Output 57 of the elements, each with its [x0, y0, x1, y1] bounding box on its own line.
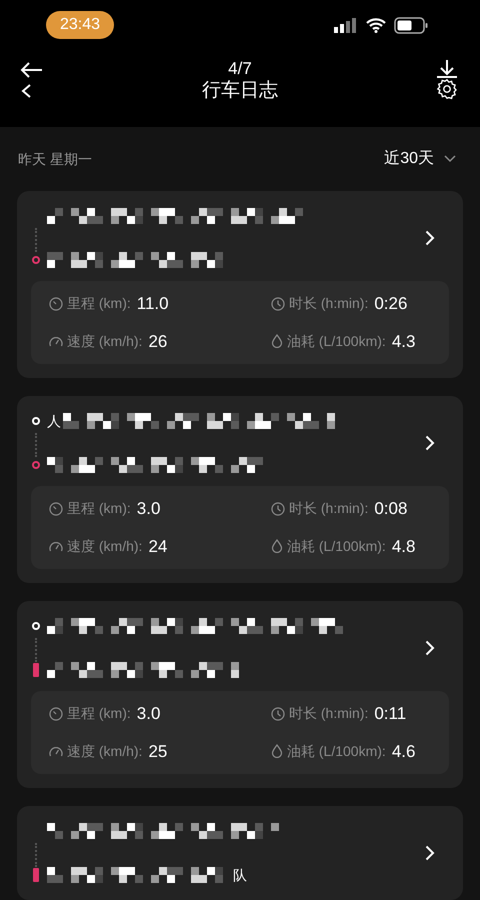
stat-label: 速度 (km/h): [67, 332, 142, 351]
stat-label: 油耗 (L/100km): [287, 742, 386, 761]
stat-label: 里程 (km): [67, 294, 131, 314]
gauge-icon [49, 540, 63, 552]
trip-counter: 4/7 [228, 58, 252, 79]
date-label: 昨天 星期一 [18, 150, 92, 168]
trip-card[interactable]: 里程 (km): 3.0 时长 (h:min): 0:11 速度 (km/h): 25 油耗 (L/100km): 4.6 [17, 601, 463, 788]
stat-label: 速度 (km/h): [67, 536, 142, 556]
stat-label: 油耗 (L/100km): [287, 332, 386, 351]
stat-value: 25 [148, 740, 168, 762]
signal-icon [334, 17, 358, 33]
stat-value: 0:26 [374, 293, 408, 315]
address-fragment: 队 [233, 866, 247, 884]
range-dropdown[interactable]: 近30天 [384, 147, 456, 171]
stat-label: 里程 (km): [67, 704, 131, 724]
wifi-icon [366, 17, 386, 33]
trip-card[interactable]: 里程 (km): 11.0 时长 (h:min): 0:26 速度 (km/h): 26 油耗 (L/100km): 4.3 [17, 191, 463, 378]
stat-value: 4.6 [392, 740, 416, 762]
trip-card[interactable]: 队 [17, 806, 463, 900]
stat-value: 4.3 [392, 330, 416, 352]
status-time: 23:43 [46, 11, 114, 39]
stat-label: 时长 (h:min): [289, 499, 368, 518]
chevron-down-icon [444, 155, 456, 163]
settings-icon[interactable] [436, 78, 458, 100]
stopwatch-icon [49, 296, 63, 311]
stat-value: 3.0 [136, 498, 160, 520]
chevron-right-icon[interactable] [425, 845, 435, 861]
drop-icon [271, 744, 283, 758]
stopwatch-icon [49, 706, 63, 721]
drop-icon [271, 334, 283, 348]
trip-card[interactable]: 人 里程 (km): 3.0 时长 (h:min): 0:08 速度 (km/h): 24 油耗 (L/100km): 4.8 [17, 396, 463, 583]
stopwatch-icon [49, 502, 63, 516]
clock-icon [271, 502, 285, 516]
stat-value: 26 [148, 330, 168, 352]
gauge-icon [49, 335, 63, 348]
stat-value: 11.0 [136, 293, 169, 315]
clock-icon [271, 706, 285, 721]
stat-label: 时长 (h:min): [289, 704, 368, 724]
stat-label: 油耗 (L/100km): [287, 536, 386, 556]
stat-value: 24 [148, 536, 168, 558]
stat-value: 4.8 [392, 536, 416, 558]
chevron-right-icon[interactable] [425, 640, 435, 656]
stat-label: 速度 (km/h): [67, 742, 142, 761]
battery-icon [394, 16, 428, 34]
clock-icon [271, 296, 285, 311]
stat-value: 0:08 [374, 498, 408, 520]
chevron-right-icon[interactable] [425, 435, 435, 451]
drop-icon [271, 539, 283, 554]
page-title: 行车日志 [202, 78, 278, 102]
stat-label: 里程 (km): [67, 499, 131, 518]
stat-value: 3.0 [136, 703, 160, 725]
gauge-icon [49, 745, 63, 758]
download-icon[interactable] [436, 60, 458, 78]
chevron-right-icon[interactable] [425, 230, 435, 246]
address-fragment: 人 [47, 412, 61, 430]
stat-value: 0:11 [374, 703, 406, 725]
stat-label: 时长 (h:min): [289, 294, 368, 314]
